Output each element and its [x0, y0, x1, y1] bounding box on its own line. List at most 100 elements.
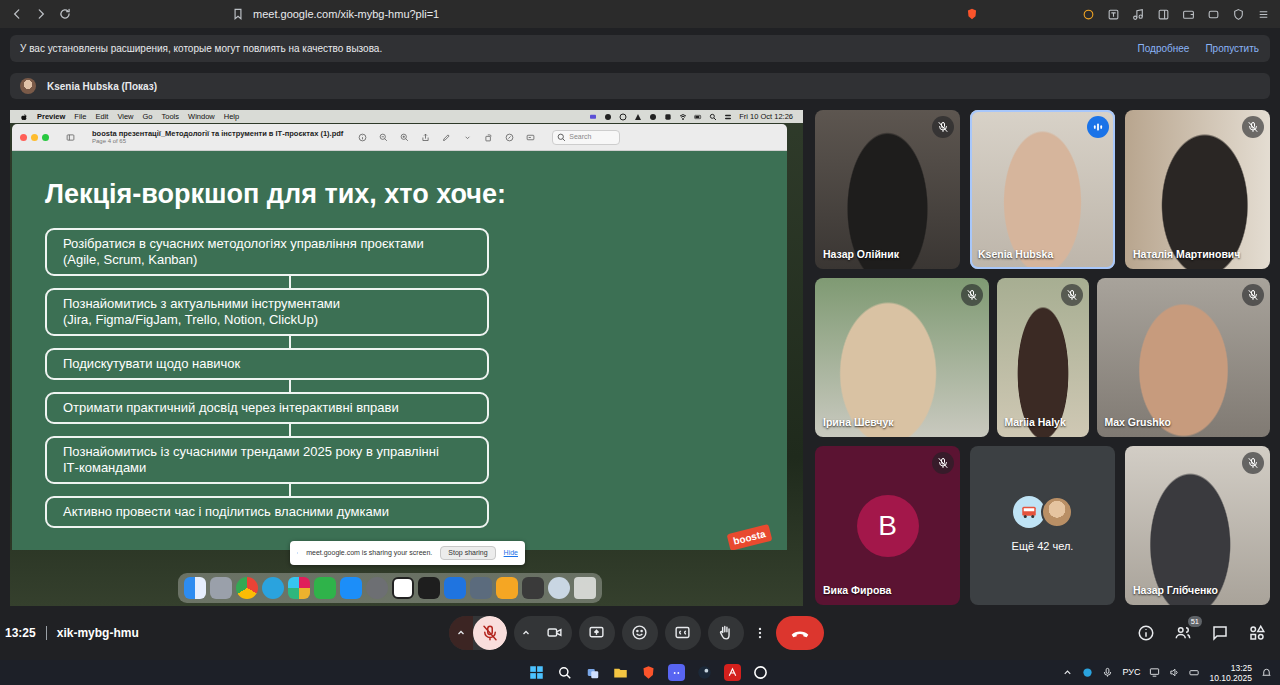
wifi-icon[interactable]	[679, 113, 687, 121]
microphone-button[interactable]	[473, 616, 507, 650]
menu-item[interactable]: Edit	[95, 111, 108, 122]
microphone-tray-icon[interactable]	[1102, 667, 1113, 678]
menu-item[interactable]: File	[74, 111, 86, 122]
chat-icon[interactable]	[1210, 623, 1230, 643]
present-button[interactable]	[579, 616, 615, 650]
end-call-button[interactable]	[776, 616, 824, 650]
activities-icon[interactable]	[1247, 623, 1267, 643]
menu-item[interactable]: Help	[224, 111, 239, 122]
extension-icon[interactable]	[1082, 8, 1095, 21]
bluetooth-icon[interactable]	[444, 577, 466, 599]
task-view-icon[interactable]	[584, 664, 601, 681]
launchpad-icon[interactable]	[210, 577, 232, 599]
share-icon[interactable]	[421, 133, 430, 142]
sidebar-icon[interactable]	[1157, 8, 1170, 21]
vpn-icon[interactable]	[1207, 8, 1220, 21]
tray-app-icon[interactable]	[649, 113, 657, 121]
dropdown-icon[interactable]	[463, 133, 472, 142]
notice-link[interactable]: Пропустить	[1205, 41, 1259, 56]
tray-app-icon[interactable]	[619, 113, 627, 121]
settings-icon[interactable]	[366, 577, 388, 599]
telegram-tray-icon[interactable]	[1082, 667, 1093, 678]
bookmark-icon[interactable]	[231, 7, 245, 21]
tray-app-icon[interactable]	[604, 113, 612, 121]
tray-app-icon[interactable]	[664, 113, 672, 121]
window-controls[interactable]	[20, 134, 49, 141]
shield-icon[interactable]	[1232, 8, 1245, 21]
info-icon[interactable]	[358, 133, 367, 142]
trash-icon[interactable]	[574, 577, 596, 599]
participant-tile[interactable]: Назар Глібченко	[1125, 446, 1270, 605]
menu-item[interactable]: Window	[188, 111, 215, 122]
captions-button[interactable]	[665, 616, 701, 650]
sidebar-icon[interactable]	[66, 133, 75, 142]
more-participants-tile[interactable]: Ещё 42 чел.	[970, 446, 1115, 605]
control-center-icon[interactable]	[724, 113, 732, 121]
network-icon[interactable]	[1149, 667, 1160, 678]
tray-app-icon[interactable]	[634, 113, 642, 121]
markup-icon[interactable]	[442, 133, 451, 142]
camera-button[interactable]	[538, 616, 572, 650]
calculator-icon[interactable]	[522, 577, 544, 599]
back-icon[interactable]	[10, 7, 24, 21]
notice-link[interactable]: Подробнее	[1138, 41, 1190, 56]
participant-tile[interactable]: Назар Олійник	[815, 110, 960, 269]
wallet-icon[interactable]	[1182, 8, 1195, 21]
numbers-icon[interactable]	[314, 577, 336, 599]
taskbar-date[interactable]: 10.10.2025	[1209, 673, 1252, 683]
menu-item[interactable]: View	[117, 111, 133, 122]
chrome-icon[interactable]	[236, 577, 258, 599]
info-icon[interactable]	[1136, 623, 1156, 643]
battery-icon[interactable]	[1189, 667, 1200, 678]
audio-options-button[interactable]	[449, 616, 473, 650]
mac-clock[interactable]: Fri 10 Oct 12:26	[739, 111, 793, 122]
search-field[interactable]	[552, 130, 620, 145]
brave-shield-icon[interactable]	[965, 7, 979, 21]
participant-tile[interactable]: Max Grushko	[1097, 278, 1271, 437]
menu-item[interactable]: Go	[143, 111, 153, 122]
file-explorer-icon[interactable]	[612, 664, 629, 681]
slack-icon[interactable]	[288, 577, 310, 599]
address-bar[interactable]: meet.google.com/xik-mybg-hmu?pli=1	[225, 3, 985, 25]
stop-sharing-button[interactable]: Stop sharing	[440, 546, 495, 561]
participant-tile[interactable]: Ksenia Hubska	[970, 110, 1115, 269]
reload-icon[interactable]	[58, 7, 72, 21]
video-options-button[interactable]	[514, 616, 538, 650]
windows-start-icon[interactable]	[528, 664, 545, 681]
pages-icon[interactable]	[496, 577, 518, 599]
form-icon[interactable]	[526, 133, 535, 142]
participant-tile[interactable]: Наталія Мартинович	[1125, 110, 1270, 269]
display-icon[interactable]	[589, 113, 597, 121]
app-menu[interactable]: Preview	[37, 111, 65, 122]
reactions-button[interactable]	[622, 616, 658, 650]
people-icon[interactable]: 51	[1173, 623, 1193, 643]
url-text[interactable]: meet.google.com/xik-mybg-hmu?pli=1	[253, 6, 439, 23]
search-icon[interactable]	[556, 664, 573, 681]
figma-icon[interactable]	[418, 577, 440, 599]
participant-tile[interactable]: Mariia Halyk	[997, 278, 1089, 437]
more-options-button[interactable]	[751, 616, 769, 650]
search-icon[interactable]	[709, 113, 717, 121]
acrobat-icon[interactable]	[724, 664, 741, 681]
chevron-up-icon[interactable]	[1062, 667, 1073, 678]
steam-icon[interactable]	[696, 664, 713, 681]
menu-icon[interactable]	[1257, 8, 1270, 21]
zoom-in-icon[interactable]	[400, 133, 409, 142]
volume-icon[interactable]	[1169, 667, 1180, 678]
discord-icon[interactable]	[668, 664, 685, 681]
input-language[interactable]: РУС	[1122, 666, 1140, 680]
brave-icon[interactable]	[640, 664, 657, 681]
zoom-out-icon[interactable]	[379, 133, 388, 142]
telegram-icon[interactable]	[262, 577, 284, 599]
participant-tile[interactable]: Ірина Шевчук	[815, 278, 989, 437]
forward-icon[interactable]	[34, 7, 48, 21]
preview-icon[interactable]	[470, 577, 492, 599]
battery-icon[interactable]	[694, 113, 702, 121]
apple-icon[interactable]	[20, 113, 28, 121]
raise-hand-button[interactable]	[708, 616, 744, 650]
notion-icon[interactable]	[392, 577, 414, 599]
quicktime-icon[interactable]	[548, 577, 570, 599]
translate-icon[interactable]	[1107, 8, 1120, 21]
participant-tile[interactable]: ВВика Фирова	[815, 446, 960, 605]
taskbar-time[interactable]: 13:25	[1209, 663, 1252, 673]
